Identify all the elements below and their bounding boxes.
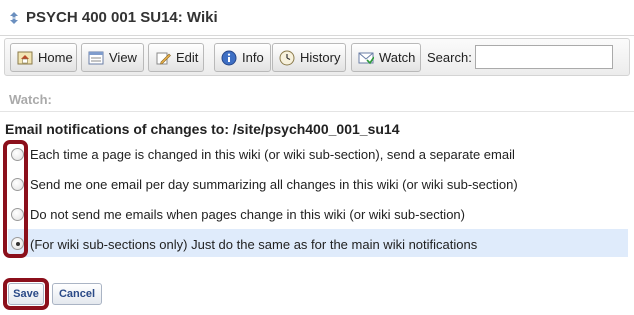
watch-button-label: Watch [379,50,416,65]
home-button[interactable]: Home [10,43,77,72]
history-button[interactable]: History [272,43,346,72]
notify-option-same-as-main[interactable]: (For wiki sub-sections only) Just do the… [8,229,628,257]
view-button-label: View [109,50,137,65]
radio-group-highlight [3,140,28,258]
reorder-arrows-icon[interactable] [8,11,20,25]
info-button-label: Info [242,50,264,65]
edit-icon [156,52,171,64]
home-button-label: Home [38,50,73,65]
info-icon [221,50,237,65]
notify-option-daily-digest[interactable]: Send me one email per day summarizing al… [8,171,628,199]
notifications-heading: Email notifications of changes to: /site… [5,121,400,137]
edit-button-label: Edit [176,50,199,65]
history-icon [279,50,295,65]
notify-option-label: Send me one email per day summarizing al… [30,177,518,192]
view-button[interactable]: View [81,43,144,72]
notify-option-label: Each time a page is changed in this wiki… [30,147,515,162]
cancel-button[interactable]: Cancel [52,283,102,305]
edit-button[interactable]: Edit [148,43,204,72]
search-input[interactable] [475,45,613,69]
watch-section-label: Watch: [9,92,52,107]
history-button-label: History [300,50,341,65]
notify-option-each-change[interactable]: Each time a page is changed in this wiki… [8,141,628,169]
page-title: PSYCH 400 001 SU14: Wiki [26,9,218,26]
view-icon [88,51,104,64]
info-button[interactable]: Info [214,43,271,72]
save-button-highlight [3,278,49,310]
title-bar: PSYCH 400 001 SU14: Wiki [0,0,634,36]
watch-section: Watch: [0,82,634,112]
search-label: Search: [427,50,472,65]
notify-option-no-email[interactable]: Do not send me emails when pages change … [8,201,628,229]
watch-icon [358,52,374,64]
watch-button[interactable]: Watch [351,43,421,72]
home-icon [17,51,33,64]
wiki-toolbar: Home View Edit Info History Watch Search… [4,38,630,76]
notify-option-label: Do not send me emails when pages change … [30,207,465,222]
notify-option-label: (For wiki sub-sections only) Just do the… [30,237,478,252]
